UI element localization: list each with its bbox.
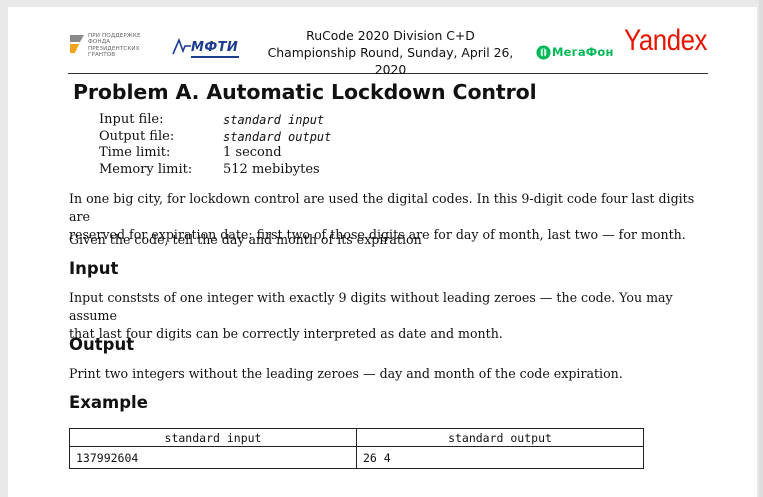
megafon-logo-text: МегаФон [552, 45, 614, 59]
contest-round-date: Championship Round, Sunday, April 26, 20… [267, 45, 514, 77]
example-output-header: standard output [356, 428, 644, 447]
meta-label: Time limit: [99, 145, 171, 160]
meta-label: Memory limit: [99, 161, 193, 177]
meta-value: 1 second [223, 145, 282, 160]
mfti-underline [191, 56, 239, 58]
example-input-cell: 137992604 [69, 446, 357, 469]
mfti-wave-icon [172, 38, 191, 55]
grants-fund-logo-text: При поддержке фонда президентских гранто… [88, 33, 141, 59]
input-heading: Input [69, 259, 119, 278]
mfti-logo: МФТИ [172, 35, 242, 59]
contest-info: RuCode 2020 Division C+D Championship Ro… [253, 27, 528, 78]
yandex-logo: Yandex [624, 24, 708, 57]
contest-header: При поддержке фонда президентских гранто… [68, 17, 708, 77]
example-table: standard input standard output 137992604… [69, 428, 644, 469]
mfti-logo-text: МФТИ [191, 40, 239, 55]
meta-label: Output file: [99, 128, 175, 144]
problem-statement-page: При поддержке фонда президентских гранто… [8, 7, 757, 497]
output-paragraph: Print two integers without the leading z… [69, 366, 623, 381]
page-scrollbar[interactable] [759, 0, 763, 497]
legend-paragraph-2: Given the code, tell the day and month o… [69, 232, 422, 247]
table-row: 137992604 26 4 [69, 446, 644, 469]
megafon-icon [536, 45, 551, 60]
meta-value: standard input [223, 113, 325, 127]
problem-title: Problem A. Automatic Lockdown Control [73, 80, 537, 104]
meta-value: standard output [223, 129, 332, 144]
megafon-logo: МегаФон [536, 43, 626, 65]
example-header-row: standard input standard output [69, 428, 644, 447]
output-heading: Output [69, 335, 135, 354]
presidential-grants-fund-logo: При поддержке фонда президентских гранто… [68, 29, 173, 69]
example-heading: Example [69, 393, 148, 412]
meta-label: Input file: [99, 112, 164, 127]
grants-fund-mark-icon [70, 35, 84, 53]
contest-name: RuCode 2020 Division C+D [306, 28, 475, 43]
input-paragraph: Input conststs of one integer with exact… [69, 290, 673, 341]
example-input-header: standard input [69, 428, 357, 447]
meta-value: 512 mebibytes [223, 161, 320, 177]
example-output-cell: 26 4 [356, 446, 644, 469]
